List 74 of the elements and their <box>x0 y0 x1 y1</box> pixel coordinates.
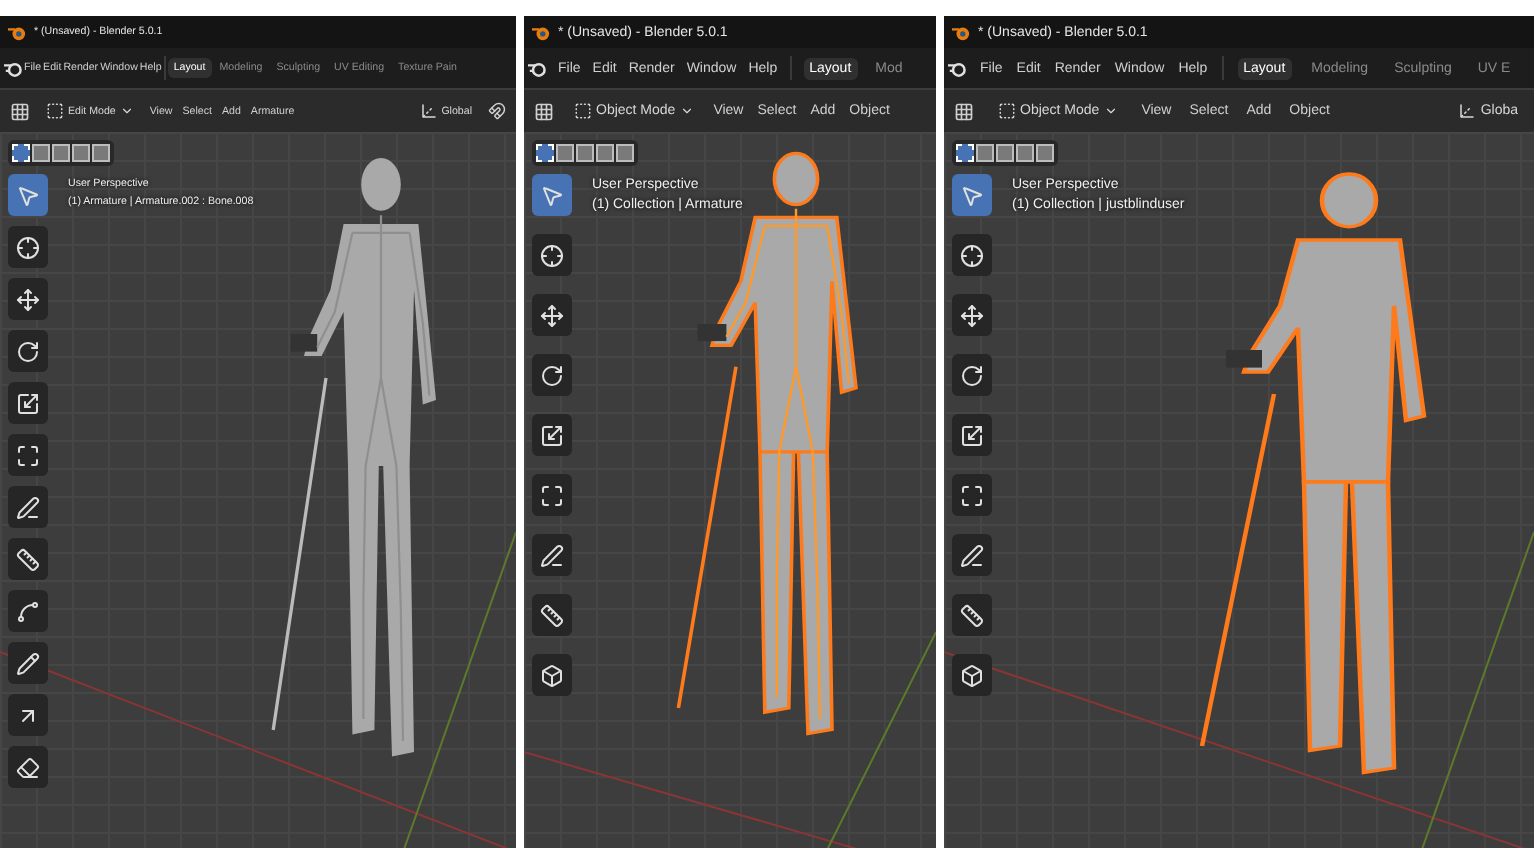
mouse-pointer-icon <box>960 183 984 207</box>
tool-button[interactable] <box>532 354 572 396</box>
tool-button[interactable] <box>952 654 992 696</box>
grid-icon[interactable] <box>954 101 974 121</box>
tool-button[interactable] <box>8 746 48 788</box>
move-icon <box>16 287 40 311</box>
blender-logo-icon[interactable] <box>528 59 546 77</box>
spline-icon <box>16 599 40 623</box>
pen-icon <box>16 495 40 519</box>
crosshair-icon <box>540 243 564 267</box>
cube-icon <box>540 663 564 687</box>
tool-button[interactable] <box>8 642 48 684</box>
tool-button[interactable] <box>532 654 572 696</box>
blender-logo-icon <box>952 23 970 41</box>
blender-logo-icon[interactable] <box>948 59 966 77</box>
ruler-icon <box>540 603 564 627</box>
square-icon <box>998 102 1016 120</box>
tool-button[interactable] <box>952 354 992 396</box>
tool-button[interactable] <box>532 294 572 336</box>
tool-button[interactable] <box>952 234 992 276</box>
grid-icon[interactable] <box>534 101 554 121</box>
ruler-icon <box>16 547 40 571</box>
tool-button[interactable] <box>8 538 48 580</box>
tool-button[interactable] <box>952 534 992 576</box>
tool-button[interactable] <box>532 234 572 276</box>
maximize-icon <box>16 443 40 467</box>
pencil-icon <box>16 651 40 675</box>
move-icon <box>960 303 984 327</box>
tool-button[interactable] <box>532 474 572 516</box>
scale-icon <box>540 423 564 447</box>
square-icon <box>46 102 64 120</box>
chevron-icon <box>119 104 134 118</box>
tool-button[interactable] <box>8 226 48 268</box>
crosshair-icon <box>16 235 40 259</box>
rotate-icon <box>540 363 564 387</box>
maximize-icon <box>540 483 564 507</box>
grid-icon[interactable] <box>10 101 30 121</box>
maximize-icon <box>960 483 984 507</box>
rotate-icon <box>960 363 984 387</box>
scale-icon <box>960 423 984 447</box>
chevron-icon <box>679 104 694 118</box>
tool-button[interactable] <box>8 694 48 736</box>
crosshair-icon <box>960 243 984 267</box>
tool-button[interactable] <box>8 590 48 632</box>
pen-icon <box>960 543 984 567</box>
mouse-pointer-icon <box>16 183 40 207</box>
magnet-icon[interactable] <box>488 102 506 120</box>
blender-logo-icon <box>8 23 26 41</box>
tool-button[interactable] <box>952 594 992 636</box>
rotate-icon <box>16 339 40 363</box>
chevron-icon <box>1103 104 1118 118</box>
axis-icon <box>419 102 438 120</box>
tool-button[interactable] <box>532 534 572 576</box>
pen-icon <box>540 543 564 567</box>
ruler-icon <box>960 603 984 627</box>
tool-button[interactable] <box>8 382 48 424</box>
tool-button[interactable] <box>532 594 572 636</box>
tool-button[interactable] <box>8 434 48 476</box>
tool-button[interactable] <box>532 414 572 456</box>
blender-logo-icon[interactable] <box>4 59 22 77</box>
tool-button[interactable] <box>952 474 992 516</box>
eraser-icon <box>16 755 40 779</box>
tool-button[interactable] <box>8 486 48 528</box>
tool-button[interactable] <box>8 278 48 320</box>
tool-button[interactable] <box>8 330 48 372</box>
tool-button[interactable] <box>952 294 992 336</box>
axis-icon <box>1458 102 1477 120</box>
move-icon <box>540 303 564 327</box>
square-icon <box>574 102 592 120</box>
tool-button[interactable] <box>952 414 992 456</box>
scale-icon <box>16 391 40 415</box>
blender-logo-icon <box>532 23 550 41</box>
cube-icon <box>960 663 984 687</box>
mouse-pointer-icon <box>540 183 564 207</box>
